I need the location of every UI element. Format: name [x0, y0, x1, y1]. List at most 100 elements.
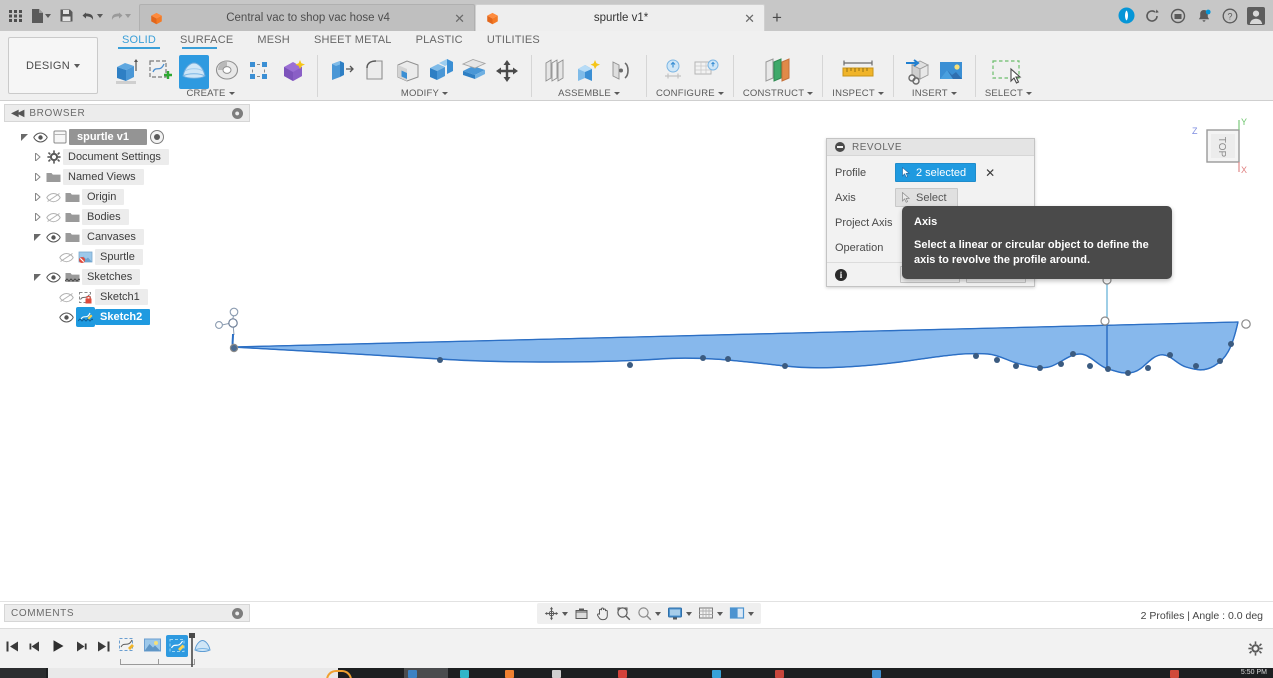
- sketch-point[interactable]: [1145, 365, 1151, 371]
- recent-icon[interactable]: [1169, 7, 1187, 25]
- extensions-icon[interactable]: [1117, 7, 1135, 25]
- create-form-tool[interactable]: [278, 55, 308, 89]
- taskbar-start-button[interactable]: [0, 668, 46, 678]
- move-copy-tool[interactable]: [492, 55, 522, 89]
- sketch-point[interactable]: [1037, 365, 1043, 371]
- play-icon[interactable]: [51, 639, 65, 656]
- workspace-selector[interactable]: DESIGN: [8, 37, 98, 94]
- document-tab-2[interactable]: spurtle v1* ✕: [475, 4, 765, 31]
- zoom-window-button[interactable]: [635, 604, 663, 623]
- visibility-eye-off-icon[interactable]: [57, 287, 76, 307]
- chevron-down-icon[interactable]: [748, 611, 754, 616]
- chevron-down-icon[interactable]: [717, 611, 723, 616]
- look-at-button[interactable]: [572, 604, 591, 623]
- sketch-point[interactable]: [627, 362, 633, 368]
- sketch-point[interactable]: [1125, 370, 1131, 376]
- sweep-tool[interactable]: [212, 55, 242, 89]
- insert-derive-tool[interactable]: [903, 55, 933, 89]
- visibility-eye-icon[interactable]: [31, 127, 50, 147]
- taskbar-app-icon[interactable]: [775, 670, 784, 678]
- offset-face-tool[interactable]: [459, 55, 489, 89]
- chevron-down-icon[interactable]: [562, 611, 568, 616]
- tab-plastic[interactable]: PLASTIC: [404, 33, 475, 49]
- timeline-settings-button[interactable]: [1248, 641, 1263, 659]
- app-grid-icon[interactable]: [4, 4, 26, 28]
- taskbar-app-icon[interactable]: [552, 670, 561, 678]
- browser-options-icon[interactable]: ●: [232, 107, 243, 119]
- insert-canvas-tool[interactable]: [936, 55, 966, 89]
- new-file-button[interactable]: [28, 4, 53, 28]
- sketch-point[interactable]: [1105, 366, 1111, 372]
- new-tab-button[interactable]: +: [765, 4, 789, 31]
- step-forward-icon[interactable]: [74, 640, 88, 656]
- step-backward-icon[interactable]: [28, 640, 42, 656]
- tree-item-sketches[interactable]: Sketches: [4, 267, 250, 287]
- tree-item-spurtle-v1[interactable]: spurtle v1: [4, 127, 250, 147]
- taskbar-window-preview[interactable]: [48, 668, 352, 678]
- sketch-origin-point[interactable]: [229, 343, 239, 353]
- tree-item-spurtle-canvas[interactable]: Spurtle: [4, 247, 250, 267]
- twisty-right-icon[interactable]: [31, 187, 44, 207]
- sketch-point[interactable]: [1070, 351, 1076, 357]
- extrude-tool[interactable]: [113, 55, 143, 89]
- tab-sheet-metal[interactable]: SHEET METAL: [302, 33, 404, 49]
- new-component-tool[interactable]: [541, 55, 571, 89]
- ribbon-group-select-label[interactable]: SELECT: [985, 88, 1032, 99]
- tree-item-named-views[interactable]: Named Views: [4, 167, 250, 187]
- ribbon-group-assemble-label[interactable]: ASSEMBLE: [558, 88, 620, 99]
- undo-button[interactable]: [79, 4, 105, 28]
- select-tool[interactable]: [988, 55, 1028, 89]
- clear-selection-icon[interactable]: ✕: [985, 166, 995, 180]
- sketch-point[interactable]: [1193, 363, 1199, 369]
- press-pull-tool[interactable]: [327, 55, 357, 89]
- taskbar-app-icon[interactable]: [460, 670, 469, 678]
- go-to-end-icon[interactable]: [97, 640, 111, 656]
- pattern-tool[interactable]: [245, 55, 275, 89]
- sketch-point[interactable]: [994, 357, 1000, 363]
- view-cube[interactable]: TOP Y X Z: [1189, 115, 1255, 179]
- display-settings-button[interactable]: [665, 604, 694, 623]
- taskbar-app-icon[interactable]: [872, 670, 881, 678]
- document-tab-1[interactable]: Central vac to shop vac hose v4 ✕: [139, 4, 475, 31]
- sketch-point[interactable]: [782, 363, 788, 369]
- timeline-feature-canvas[interactable]: [141, 635, 163, 657]
- taskbar-app-icon[interactable]: [408, 670, 417, 678]
- sketch-point[interactable]: [1167, 352, 1173, 358]
- taskbar-app-icon[interactable]: [505, 670, 514, 678]
- taskbar-app-icon[interactable]: [712, 670, 721, 678]
- comments-panel[interactable]: COMMENTS ●: [4, 604, 250, 622]
- shell-tool[interactable]: [393, 55, 423, 89]
- joint-tool[interactable]: [574, 55, 604, 89]
- save-icon[interactable]: [55, 4, 77, 28]
- tree-item-origin[interactable]: Origin: [4, 187, 250, 207]
- visibility-eye-icon[interactable]: [44, 227, 63, 247]
- axis-selection-button[interactable]: Select: [895, 188, 958, 207]
- sketch-point[interactable]: [700, 355, 706, 361]
- visibility-eye-icon[interactable]: [44, 267, 63, 287]
- twisty-right-icon[interactable]: [31, 207, 44, 227]
- taskbar-app-icon[interactable]: [618, 670, 627, 678]
- browser-header[interactable]: ◀◀ BROWSER ●: [4, 104, 250, 122]
- sketch-point[interactable]: [1013, 363, 1019, 369]
- ribbon-group-modify-label[interactable]: MODIFY: [401, 88, 449, 99]
- fillet-tool[interactable]: [360, 55, 390, 89]
- profile-selection-button[interactable]: 2 selected: [895, 163, 977, 182]
- configure-table-tool[interactable]: [691, 55, 721, 89]
- ribbon-group-inspect-label[interactable]: INSPECT: [832, 88, 884, 99]
- configure-design-tool[interactable]: [658, 55, 688, 89]
- tree-item-bodies[interactable]: Bodies: [4, 207, 250, 227]
- ribbon-group-construct-label[interactable]: CONSTRUCT: [743, 88, 814, 99]
- twisty-right-icon[interactable]: [31, 167, 44, 187]
- sketch-point[interactable]: [437, 357, 443, 363]
- tree-item-sketch2[interactable]: Sketch2: [4, 307, 250, 327]
- sketch-midpoint-open[interactable]: [1100, 316, 1110, 326]
- activate-component-radio[interactable]: [149, 130, 164, 144]
- sketch-point[interactable]: [1217, 358, 1223, 364]
- pan-button[interactable]: [593, 604, 612, 623]
- ribbon-group-insert-label[interactable]: INSERT: [912, 88, 957, 99]
- timeline-end-marker[interactable]: [188, 633, 196, 667]
- chevron-down-icon[interactable]: [686, 611, 692, 616]
- job-status-icon[interactable]: [1143, 7, 1161, 25]
- sketch-point[interactable]: [1228, 341, 1234, 347]
- taskbar-app-icon[interactable]: [1170, 670, 1179, 678]
